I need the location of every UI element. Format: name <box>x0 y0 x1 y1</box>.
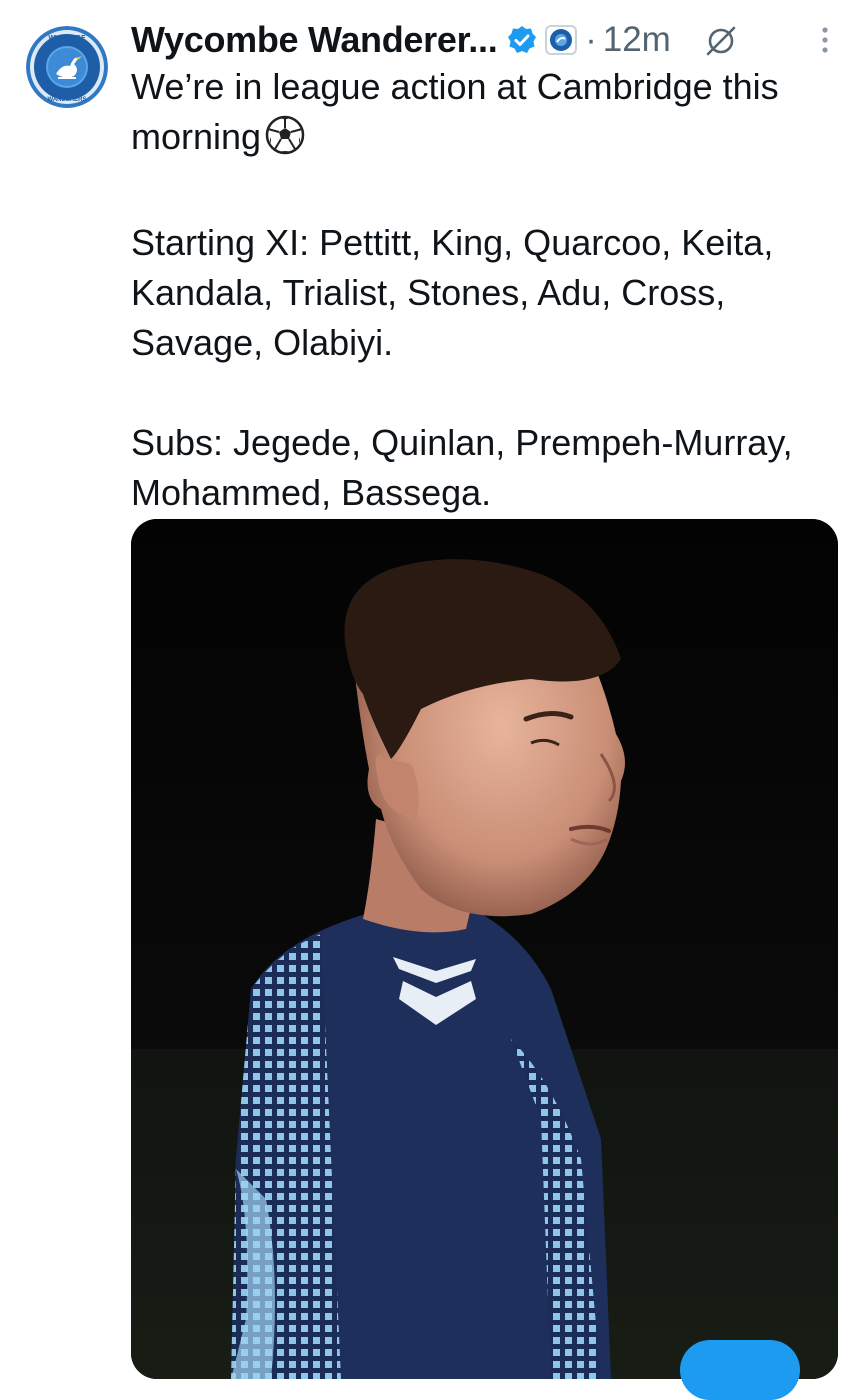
more-vertical-icon[interactable] <box>820 25 844 55</box>
header-separator: · <box>585 20 597 59</box>
author-avatar[interactable]: WYCOMBE WANDERERS <box>26 26 108 108</box>
tweet-subs: Subs: Jegede, Quinlan, Prempeh-Murray, M… <box>131 422 793 513</box>
verified-badge-icon <box>507 25 537 55</box>
tweet[interactable]: WYCOMBE WANDERERS Wycombe Wanderer... · … <box>0 0 864 1400</box>
tweet-text-line-1: We’re in league action at Cambridge this <box>131 66 779 107</box>
mute-icon[interactable] <box>703 22 739 58</box>
tweet-text-line-2: morning <box>131 112 843 168</box>
soccer-ball-icon <box>265 115 305 168</box>
club-affiliate-icon[interactable] <box>545 25 578 55</box>
avatar-ring-top-text: WYCOMBE <box>48 35 86 42</box>
tweet-text: We’re in league action at Cambridge this… <box>131 62 843 518</box>
avatar-ring-bottom-text: WANDERERS <box>47 97 86 103</box>
tweet-text-morning: morning <box>131 116 262 157</box>
tweet-header: Wycombe Wanderer... · 12m <box>131 14 844 66</box>
media-action-badge[interactable] <box>680 1340 800 1400</box>
tweet-starting-xi: Starting XI: Pettitt, King, Quarcoo, Kei… <box>131 222 774 363</box>
author-name[interactable]: Wycombe Wanderer... <box>131 19 498 61</box>
tweet-timestamp[interactable]: 12m <box>603 20 671 60</box>
tweet-media-photo[interactable] <box>131 519 838 1379</box>
